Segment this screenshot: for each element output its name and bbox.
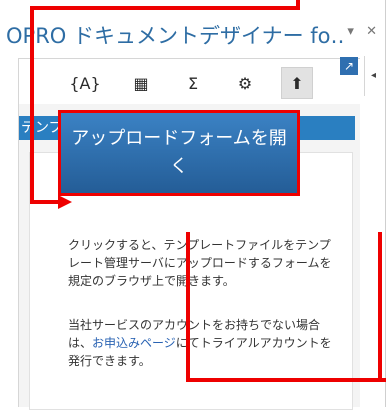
pin-icon[interactable]: ↗: [340, 57, 358, 75]
signup-page-link[interactable]: お申込みページ: [92, 336, 176, 350]
annotation-line: [378, 232, 382, 382]
open-upload-form-button[interactable]: アップロードフォームを開く: [58, 110, 300, 196]
close-icon[interactable]: ✕: [366, 24, 377, 39]
task-pane-controls: ▾ ✕: [339, 24, 377, 39]
annotation-arrow: [58, 195, 72, 209]
account-note: 当社サービスのアカウントをお持ちでない場合は、お申込みページにてトライアルアカウ…: [68, 316, 338, 370]
table-tool-icon[interactable]: ▦: [125, 67, 157, 99]
toolbar: {A} ▦ Σ ⚙ ⬆ ↗: [18, 57, 360, 104]
upload-description: クリックすると、テンプレートファイルをテンプレート管理サーバにアップロードするフ…: [68, 238, 332, 288]
annotation-line: [30, 6, 300, 10]
task-pane-title: OPRO ドキュメントデザイナー fo…: [6, 24, 346, 48]
upload-tool-icon[interactable]: ⬆: [281, 67, 313, 99]
annotation-line: [186, 232, 190, 382]
annotation-line: [186, 378, 386, 382]
variable-tool-icon[interactable]: {A}: [69, 67, 101, 99]
annotation-line: [30, 200, 58, 204]
annotation-line: [30, 6, 34, 204]
settings-tool-icon[interactable]: ⚙: [229, 67, 261, 99]
sum-tool-icon[interactable]: Σ: [177, 67, 209, 99]
scroll-arrow[interactable]: ◂: [364, 56, 385, 96]
pane-menu-icon[interactable]: ▾: [347, 24, 354, 39]
task-pane: OPRO ドキュメントデザイナー fo… ▾ ✕ {A} ▦ Σ ⚙ ⬆ ↗ ◂…: [0, 0, 386, 410]
